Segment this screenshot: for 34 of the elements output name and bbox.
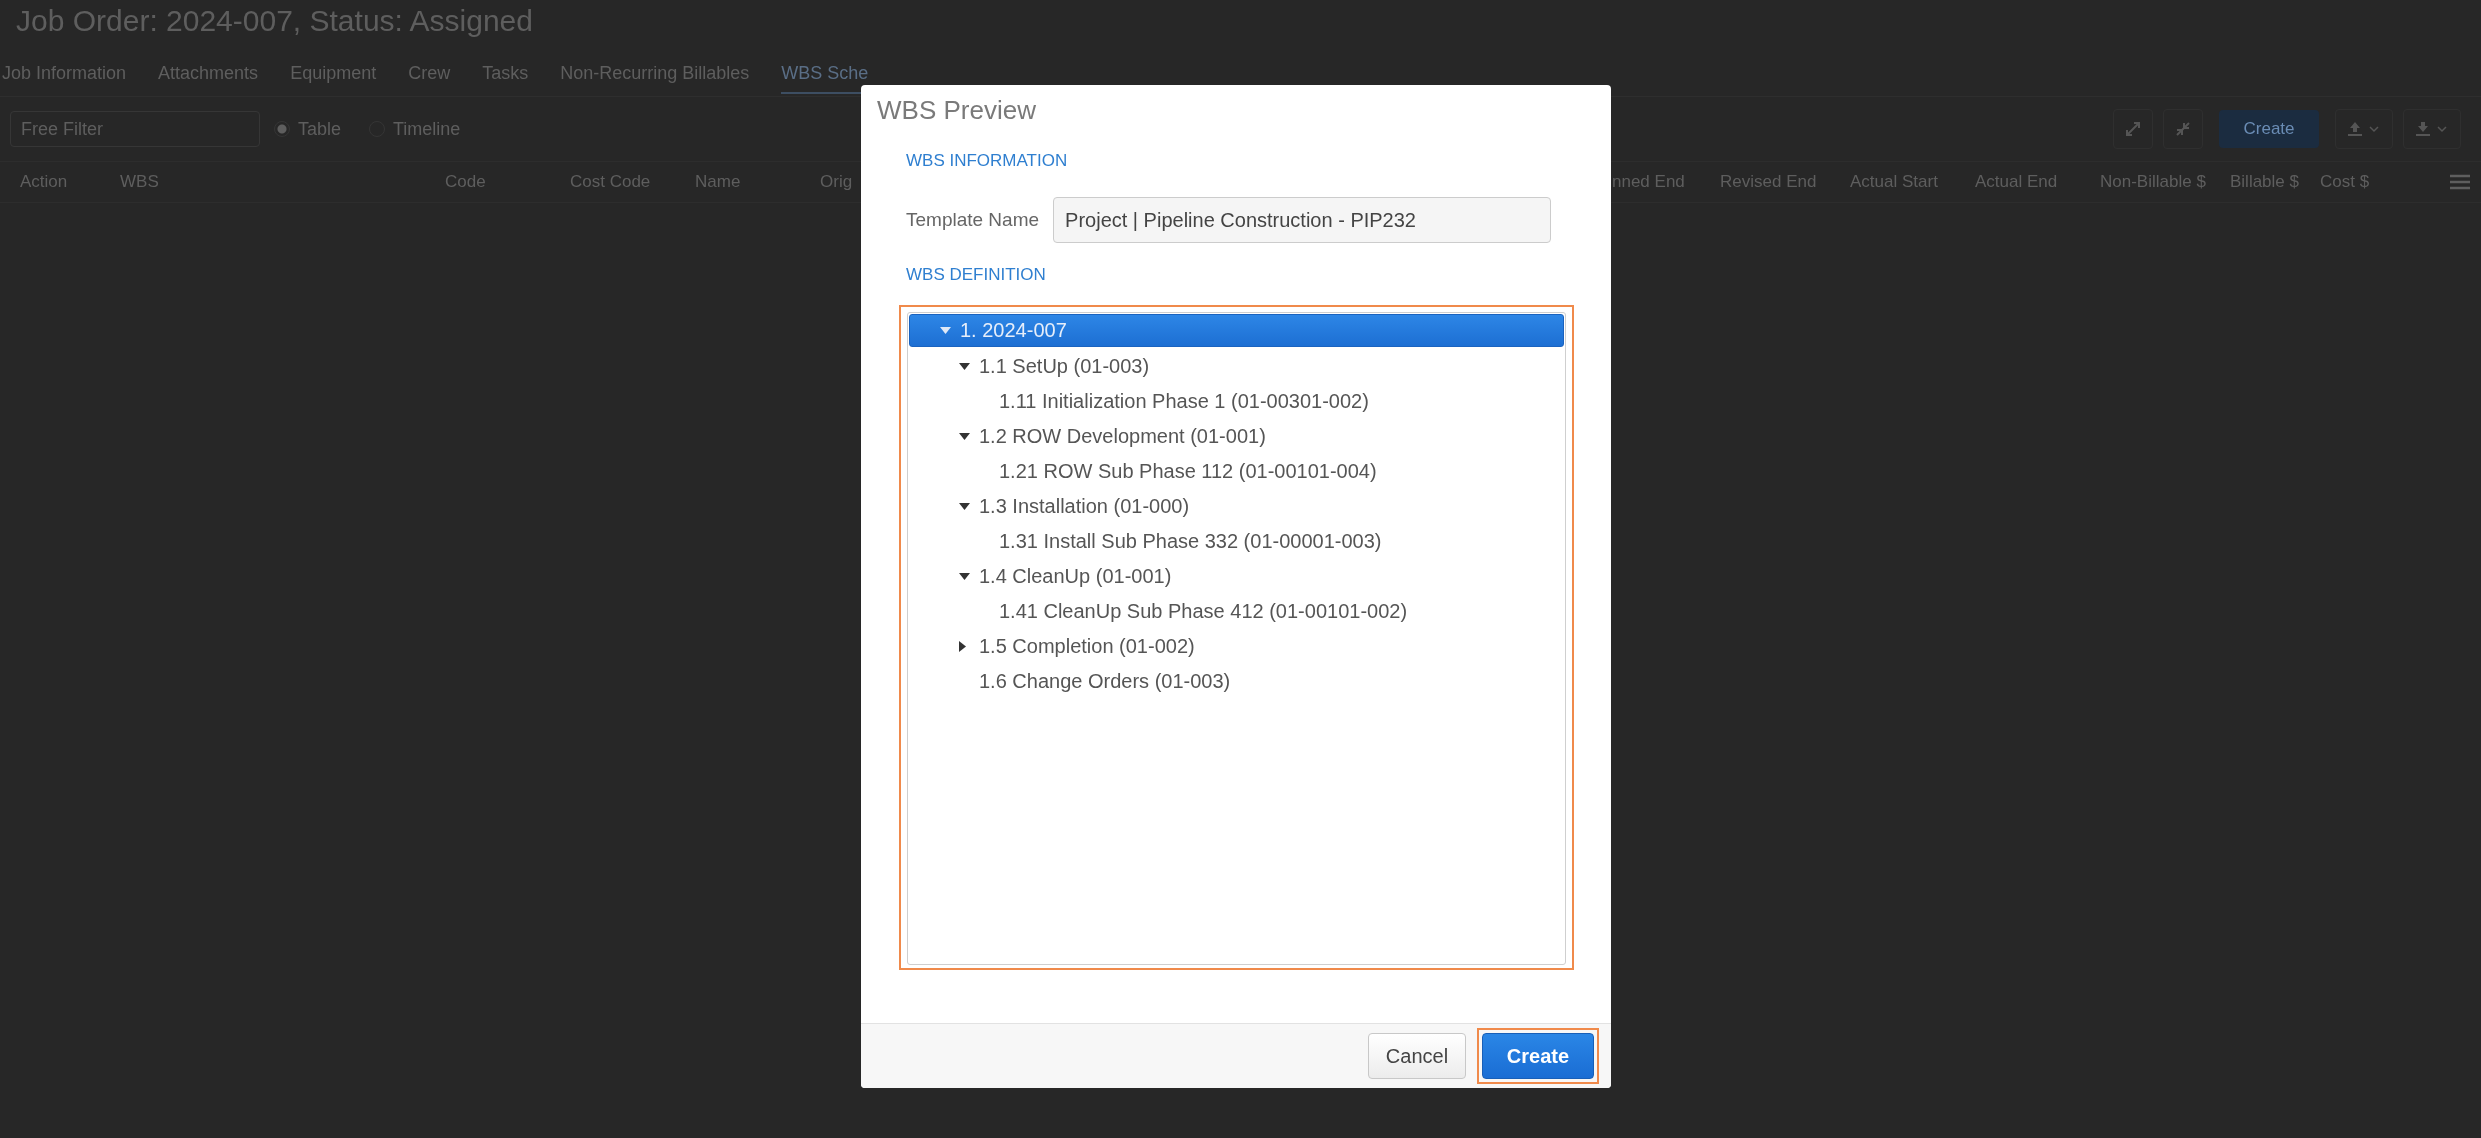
collapse-button[interactable] bbox=[2163, 109, 2203, 149]
tree-item[interactable]: 1.11 Initialization Phase 1 (01-00301-002) bbox=[909, 384, 1564, 419]
expand-icon bbox=[2124, 120, 2142, 138]
caret-down-icon[interactable] bbox=[959, 363, 970, 370]
caret-down-icon[interactable] bbox=[959, 433, 970, 440]
create-button[interactable]: Create bbox=[2219, 110, 2319, 148]
dialog-title: WBS Preview bbox=[876, 94, 1037, 127]
tree-item[interactable]: 1.5 Completion (01-002) bbox=[909, 629, 1564, 664]
cancel-button[interactable]: Cancel bbox=[1368, 1033, 1466, 1079]
collapse-icon bbox=[2174, 120, 2192, 138]
tree-item[interactable]: 1.2 ROW Development (01-001) bbox=[909, 419, 1564, 454]
tree-item[interactable]: 1.6 Change Orders (01-003) bbox=[909, 664, 1564, 699]
field-label: Template Name bbox=[906, 209, 1040, 231]
expand-button[interactable] bbox=[2113, 109, 2153, 149]
caret-down-icon[interactable] bbox=[959, 573, 970, 580]
section-heading: WBS INFORMATION bbox=[906, 151, 1069, 172]
tree-item[interactable]: 1.41 CleanUp Sub Phase 412 (01-00101-002) bbox=[909, 594, 1564, 629]
tree-item[interactable]: 1.21 ROW Sub Phase 112 (01-00101-004) bbox=[909, 454, 1564, 489]
tree-item[interactable]: 1.4 CleanUp (01-001) bbox=[909, 559, 1564, 594]
caret-down-icon[interactable] bbox=[959, 503, 970, 510]
download-icon bbox=[2414, 120, 2450, 138]
upload-icon bbox=[2346, 120, 2382, 138]
tree-item[interactable]: 1.31 Install Sub Phase 332 (01-00001-003) bbox=[909, 524, 1564, 559]
download-button[interactable] bbox=[2403, 109, 2461, 149]
upload-button[interactable] bbox=[2335, 109, 2393, 149]
menu-icon[interactable] bbox=[2450, 174, 2470, 190]
section-heading: WBS DEFINITION bbox=[906, 265, 1047, 286]
radio-icon[interactable] bbox=[274, 121, 290, 137]
tree-item[interactable]: 1. 2024-007 bbox=[909, 314, 1564, 347]
tree-item[interactable]: 1.3 Installation (01-000) bbox=[909, 489, 1564, 524]
create-button[interactable]: Create bbox=[1482, 1033, 1594, 1079]
template-name-field[interactable]: Project | Pipeline Construction - PIP232 bbox=[1053, 197, 1552, 243]
tree-item[interactable]: 1.1 SetUp (01-003) bbox=[909, 349, 1564, 384]
caret-right-icon[interactable] bbox=[959, 641, 966, 652]
